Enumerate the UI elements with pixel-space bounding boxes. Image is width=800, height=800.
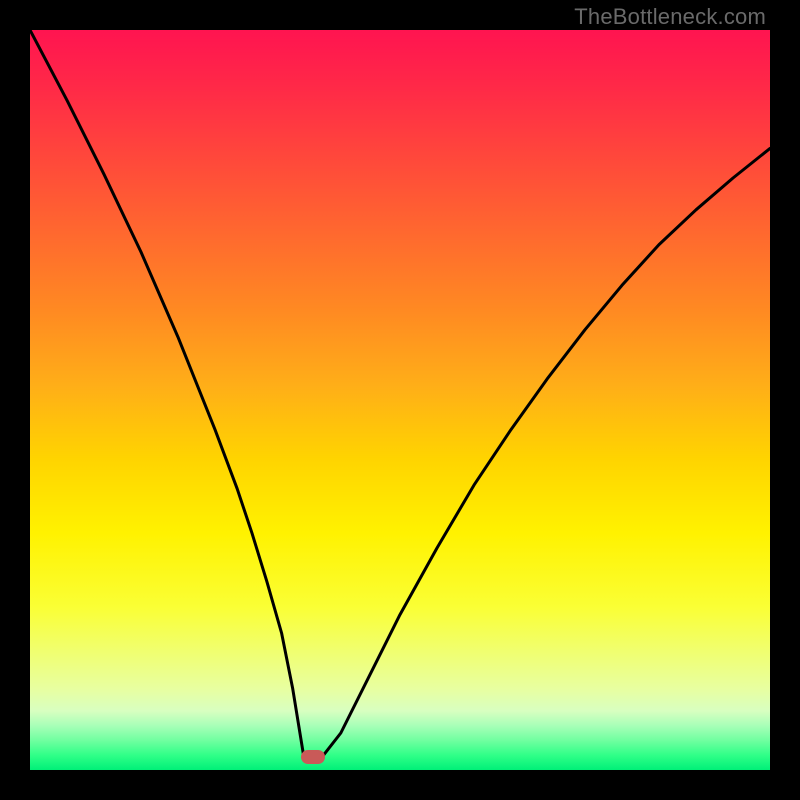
optimal-point-marker [301, 750, 325, 764]
chart-frame: TheBottleneck.com [0, 0, 800, 800]
plot-area [30, 30, 770, 770]
watermark-text: TheBottleneck.com [574, 4, 766, 30]
bottleneck-curve [30, 30, 770, 770]
